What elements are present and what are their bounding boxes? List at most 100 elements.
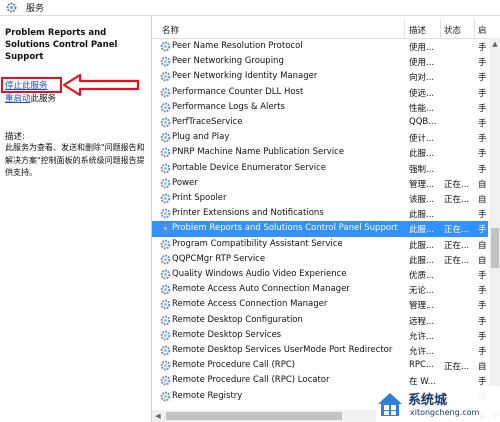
- service-startup-cell: 手: [478, 271, 487, 281]
- stop-service-link[interactable]: 停止: [5, 81, 22, 91]
- service-name-cell: Quality Windows Audio Video Experience: [172, 269, 347, 279]
- service-name-cell: Peer Networking Grouping: [172, 56, 284, 67]
- table-row[interactable]: Print Spooler 该服... 正在... 自: [152, 191, 488, 206]
- vertical-scroll-thumb[interactable]: [491, 228, 499, 268]
- gear-icon: [160, 41, 171, 52]
- service-status-cell: 正在...: [444, 179, 470, 190]
- column-divider[interactable]: [474, 19, 475, 38]
- gear-icon: [160, 163, 171, 173]
- vertical-scrollbar[interactable]: ▲ ▼: [489, 38, 500, 422]
- gear-icon: [160, 300, 171, 310]
- description-text: 此服务为查看、发送和删除"问题报告和解决方案"控制面板的系统级问题报告提供支持。: [5, 143, 145, 177]
- service-description-cell: 向对...: [409, 73, 435, 84]
- service-startup-cell: 手: [478, 103, 487, 114]
- service-description-cell: 该服...: [409, 195, 435, 205]
- gear-icon: [160, 102, 171, 113]
- column-header-name[interactable]: 名称: [162, 24, 179, 36]
- column-header-status[interactable]: 状态: [444, 24, 461, 36]
- table-row[interactable]: Plug and Play 使计... 手: [152, 130, 488, 145]
- gear-icon: [160, 148, 171, 158]
- restart-service-link[interactable]: 重启动: [5, 94, 31, 104]
- service-description-cell: 使用...: [409, 43, 435, 53]
- gear-icon: [160, 117, 171, 128]
- table-row[interactable]: Remote Access Auto Connection Manager 无论.…: [152, 282, 488, 297]
- table-row[interactable]: Peer Networking Identity Manager 向对... 手: [152, 69, 488, 84]
- table-row[interactable]: Remote Procedure Call (RPC) RPC... 正在... 自: [152, 358, 488, 373]
- column-header-description[interactable]: 描述: [409, 24, 426, 36]
- service-description-cell: RPC...: [409, 360, 435, 371]
- chevron-up-icon[interactable]: ▲: [489, 38, 500, 50]
- service-description-cell: 使远...: [409, 88, 435, 99]
- gear-icon: [160, 72, 171, 82]
- service-startup-cell: 手: [478, 331, 487, 342]
- gear-icon: [6, 2, 17, 13]
- service-startup-cell: 手: [478, 88, 487, 99]
- table-row[interactable]: Peer Name Resolution Protocol 使用... 手: [152, 39, 488, 54]
- service-startup-cell: 自: [478, 195, 487, 205]
- table-row[interactable]: Power 管理... 正在... 自: [152, 176, 488, 191]
- service-name-cell: Plug and Play: [172, 132, 230, 143]
- watermark: 系统城 xitongcheng.com: [376, 386, 500, 422]
- service-name-cell: Peer Networking Identity Manager: [172, 71, 318, 82]
- service-description-cell: 此服...: [409, 240, 435, 251]
- table-row[interactable]: Quality Windows Audio Video Experience 优质…: [152, 267, 488, 282]
- service-name-cell: Printer Extensions and Notifications: [172, 208, 324, 219]
- service-name-cell: Peer Name Resolution Protocol: [172, 41, 303, 51]
- service-description-cell: 使用...: [409, 58, 435, 69]
- service-name-cell: Remote Access Auto Connection Manager: [172, 284, 350, 295]
- gear-icon: [160, 360, 171, 371]
- service-status-cell: 正在...: [444, 225, 470, 236]
- gear-icon: [160, 56, 171, 67]
- restart-service-suffix: 此服务: [30, 94, 57, 104]
- service-description-cell: 此服...: [409, 149, 435, 160]
- table-row[interactable]: Portable Device Enumerator Service 强制... 手: [152, 161, 488, 176]
- gear-icon: [160, 269, 171, 280]
- service-name-cell: Performance Counter DLL Host: [172, 86, 304, 97]
- gear-icon: [160, 254, 171, 265]
- details-pane: Problem Reports and Solutions Control Pa…: [0, 16, 151, 422]
- service-name-cell: PerfTraceService: [172, 117, 243, 127]
- table-row[interactable]: Performance Counter DLL Host 使远... 手: [152, 85, 488, 100]
- gear-icon: [160, 330, 171, 341]
- gear-icon: [160, 132, 171, 143]
- gear-icon: [160, 224, 171, 234]
- table-row[interactable]: Problem Reports and Solutions Control Pa…: [152, 221, 488, 237]
- service-startup-cell: 自: [478, 179, 487, 190]
- service-startup-cell: 手: [478, 316, 487, 327]
- column-header-startup[interactable]: 启: [478, 24, 487, 36]
- table-row[interactable]: PerfTraceService QQB... 手: [152, 115, 488, 130]
- table-row[interactable]: QQPCMgr RTP Service 此服... 正在... 自: [152, 252, 488, 267]
- stop-service-suffix: 此服务: [22, 81, 48, 91]
- table-row[interactable]: Peer Networking Grouping 使用... 手: [152, 54, 488, 69]
- gear-icon: [160, 345, 171, 356]
- gear-icon: [160, 193, 171, 204]
- service-startup-cell: 手: [478, 164, 487, 175]
- table-row[interactable]: Remote Desktop Services 允许... 手: [152, 328, 488, 343]
- table-row[interactable]: Remote Desktop Services UserMode Port Re…: [152, 343, 488, 358]
- window-titlebar: 服务: [0, 0, 500, 16]
- window-title: 服务: [26, 4, 45, 14]
- table-row[interactable]: Printer Extensions and Notifications 此服..…: [152, 206, 488, 221]
- service-startup-cell: 自: [478, 362, 487, 373]
- column-divider[interactable]: [440, 19, 441, 38]
- service-description-cell: 优质...: [409, 271, 435, 281]
- service-description-cell: 无论...: [409, 286, 435, 297]
- services-list-pane: 名称 描述 状态 启 Peer Name Resolution Protocol…: [151, 16, 500, 422]
- service-description-cell: 允许...: [409, 331, 435, 342]
- gear-icon: [160, 376, 171, 386]
- table-row[interactable]: Performance Logs & Alerts 性能... 手: [152, 100, 488, 115]
- horizontal-scroll-thumb[interactable]: [166, 412, 342, 420]
- service-description-cell: 强制...: [409, 164, 435, 175]
- service-startup-cell: 手: [478, 225, 487, 236]
- table-row[interactable]: PNRP Machine Name Publication Service 此服.…: [152, 145, 488, 160]
- column-header-row: 名称 描述 状态 启: [152, 16, 500, 39]
- chevron-left-icon[interactable]: ◀: [152, 410, 164, 422]
- service-description-cell: 使计...: [409, 134, 435, 145]
- table-row[interactable]: Remote Access Connection Manager 管理... 手: [152, 297, 488, 312]
- service-name-cell: Program Compatibility Assistant Service: [172, 238, 343, 249]
- table-row[interactable]: Program Compatibility Assistant Service 此…: [152, 237, 488, 252]
- service-status-cell: 正在...: [444, 195, 470, 205]
- service-status-cell: 正在...: [444, 362, 470, 373]
- table-row[interactable]: Remote Desktop Configuration 远程... 手: [152, 313, 488, 328]
- column-divider[interactable]: [404, 19, 405, 38]
